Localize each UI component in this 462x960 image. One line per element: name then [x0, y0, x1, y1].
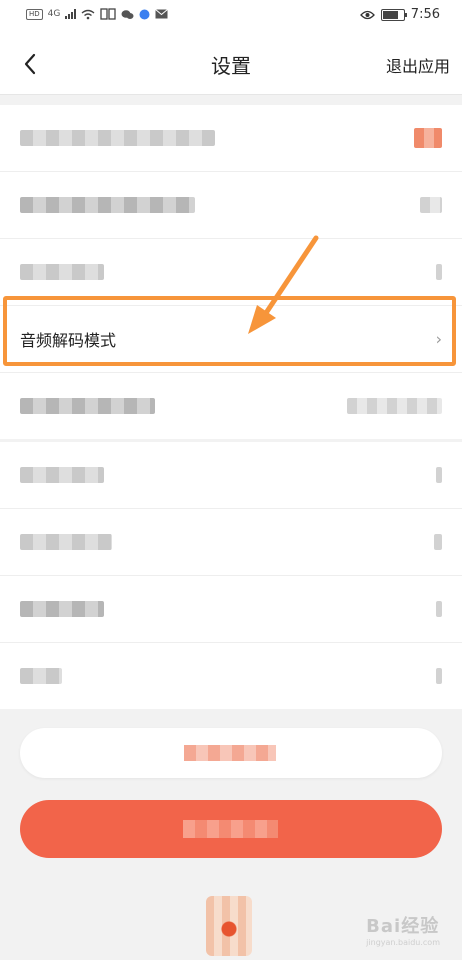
blurred-value	[436, 601, 442, 617]
status-time: 7:56	[410, 7, 440, 22]
primary-button[interactable]	[20, 800, 442, 858]
battery-icon	[380, 8, 407, 21]
watermark-text: Bai经验	[366, 916, 440, 937]
header: 设置 退出应用	[0, 32, 462, 95]
wifi-icon	[81, 9, 95, 19]
settings-row[interactable]	[0, 576, 462, 643]
settings-row[interactable]	[0, 373, 462, 439]
settings-row-label: 音频解码模式	[20, 331, 117, 350]
settings-row-audio-decode-mode[interactable]: 音频解码模式 ›	[0, 306, 462, 373]
status-bar: HD 4G 7:56	[0, 0, 462, 32]
settings-group-2	[0, 442, 462, 709]
app-logo	[206, 896, 252, 956]
blurred-label	[20, 130, 215, 146]
status-icons-left: HD 4G	[26, 8, 169, 20]
blurred-value	[436, 467, 442, 483]
settings-row[interactable]	[0, 239, 462, 306]
blurred-button-label	[183, 820, 278, 838]
wechat-icon	[121, 9, 134, 19]
settings-row[interactable]	[0, 105, 462, 172]
blurred-value	[436, 668, 442, 684]
eye-icon	[359, 10, 375, 19]
blurred-button-label	[184, 745, 276, 761]
blurred-label	[20, 197, 195, 213]
app-notification-icon	[100, 8, 117, 20]
blurred-label	[20, 467, 104, 483]
baidu-jingyan-watermark: Bai经验 jingyan.baidu.com	[366, 912, 440, 947]
settings-row[interactable]	[0, 442, 462, 509]
signal-icon	[65, 9, 77, 19]
blurred-label	[20, 668, 62, 684]
secondary-button[interactable]	[20, 728, 442, 778]
blurred-label	[20, 534, 112, 550]
mail-icon	[155, 9, 169, 19]
settings-group-1: 音频解码模式 ›	[0, 105, 462, 439]
settings-row[interactable]	[0, 172, 462, 239]
exit-app-button[interactable]: 退出应用	[386, 53, 450, 77]
hd-icon: HD	[26, 8, 43, 20]
blurred-value	[414, 128, 442, 148]
blurred-value	[420, 197, 442, 213]
app-icon	[139, 9, 150, 19]
blurred-label	[20, 398, 155, 414]
status-icons-right: 7:56	[359, 7, 440, 22]
blurred-label	[20, 264, 104, 280]
blurred-value	[436, 264, 442, 280]
watermark-subtext: jingyan.baidu.com	[366, 938, 440, 947]
blurred-value	[347, 398, 442, 414]
blurred-label	[20, 601, 104, 617]
blurred-value	[434, 534, 442, 550]
network-type: 4G	[47, 9, 61, 19]
settings-row[interactable]	[0, 509, 462, 576]
settings-row[interactable]	[0, 643, 462, 709]
chevron-right-icon: ›	[435, 329, 442, 349]
